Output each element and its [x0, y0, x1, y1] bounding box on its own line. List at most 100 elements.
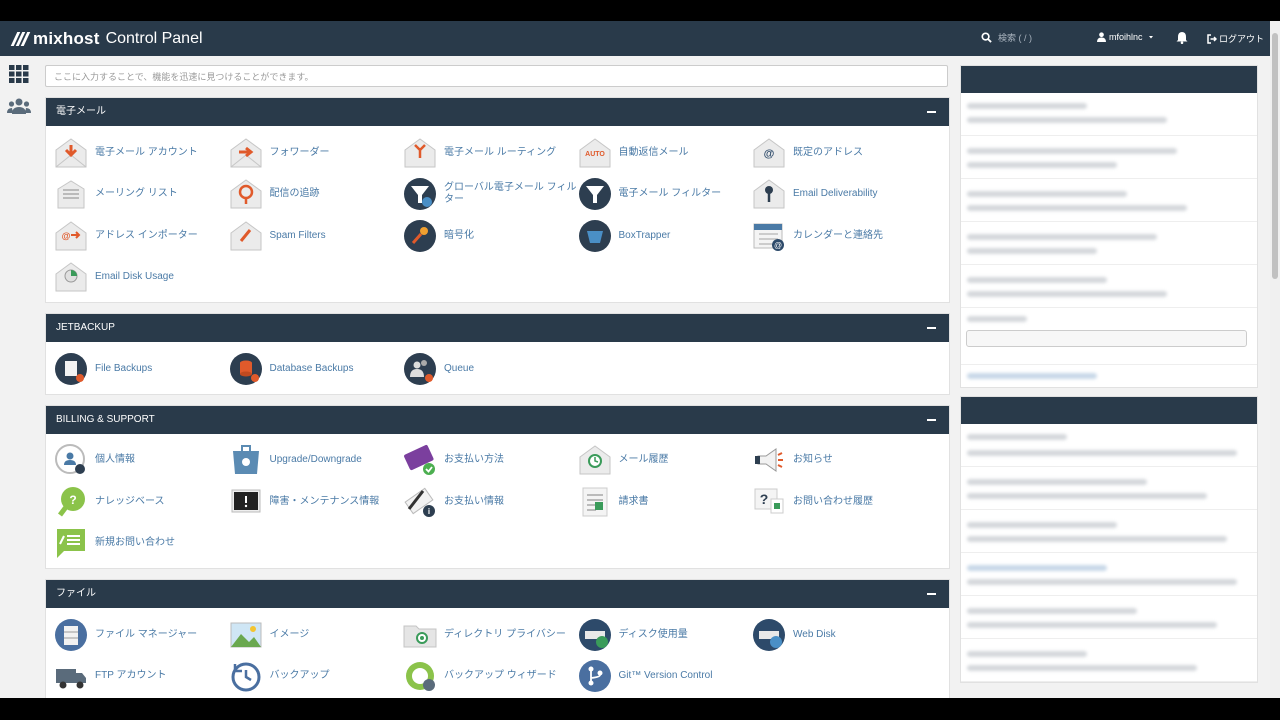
section-billing-support: BILLING & SUPPORT 個人情報 Upgrade/Downgrade…	[45, 404, 950, 569]
header-search[interactable]: 検索 ( / )	[981, 31, 1032, 44]
email-items: 電子メール アカウント フォワーダー 電子メール ルーティング AUTO 自動返信…	[46, 126, 949, 302]
section-header-files[interactable]: ファイル	[46, 580, 949, 608]
credit-card-check-icon	[403, 443, 437, 477]
forward-mail-icon	[229, 136, 263, 170]
calendar-icon: @	[752, 219, 786, 253]
boxtrapper-icon	[578, 219, 612, 253]
default-address-link[interactable]: @ 既定のアドレス	[752, 132, 927, 174]
collapse-icon[interactable]	[927, 111, 936, 113]
announcements-link[interactable]: お知らせ	[752, 440, 927, 482]
page-scrollbar[interactable]	[1270, 21, 1280, 698]
import-mail-icon: @	[54, 219, 88, 253]
svg-text:?: ?	[760, 491, 769, 507]
right-sidebar	[960, 65, 1258, 691]
funnel-icon	[578, 177, 612, 211]
email-accounts-link[interactable]: 電子メール アカウント	[54, 132, 229, 174]
file-backups-link[interactable]: File Backups	[54, 348, 229, 390]
autoresponders-link[interactable]: AUTO 自動返信メール	[578, 132, 753, 174]
backup-clock-icon	[229, 659, 263, 693]
inquiry-history-link[interactable]: ? お問い合わせ履歴	[752, 481, 927, 523]
panel-header	[961, 66, 1257, 93]
forwarders-link[interactable]: フォワーダー	[229, 132, 404, 174]
email-filters-link[interactable]: 電子メール フィルター	[578, 174, 753, 216]
track-delivery-icon	[229, 177, 263, 211]
queue-link[interactable]: Queue	[403, 348, 578, 390]
knowledge-base-link[interactable]: ? ナレッジベース	[54, 481, 229, 523]
ftp-accounts-link[interactable]: FTP アカウント	[54, 656, 229, 698]
email-routing-link[interactable]: 電子メール ルーティング	[403, 132, 578, 174]
file-manager-link[interactable]: ファイル マネージャー	[54, 614, 229, 656]
megaphone-icon	[752, 443, 786, 477]
user-menu[interactable]: mfoihlnc	[1097, 32, 1156, 42]
backup-link[interactable]: バックアップ	[229, 656, 404, 698]
mailing-lists-link[interactable]: メーリング リスト	[54, 174, 229, 216]
general-info-panel	[960, 65, 1258, 388]
quick-search-input[interactable]: ここに入力することで、機能を迅速に見つけることができます。	[45, 65, 948, 87]
global-email-filters-link[interactable]: グローバル電子メール フィルター	[403, 174, 578, 216]
profile-gear-icon	[54, 443, 88, 477]
notifications-button[interactable]	[1176, 31, 1188, 47]
apps-grid-icon[interactable]	[9, 65, 29, 86]
logout-link[interactable]: ログアウト	[1207, 32, 1264, 45]
new-inquiry-link[interactable]: 新規お問い合わせ	[54, 523, 229, 565]
upgrade-downgrade-link[interactable]: Upgrade/Downgrade	[229, 440, 404, 482]
section-header-jetbackup[interactable]: JETBACKUP	[46, 314, 949, 342]
jetbackup-items: File Backups Database Backups Queue	[46, 342, 949, 394]
info-row	[961, 308, 1257, 365]
funnel-globe-icon	[403, 177, 437, 211]
encryption-link[interactable]: 暗号化	[403, 215, 578, 257]
track-delivery-link[interactable]: 配信の追跡	[229, 174, 404, 216]
brand-logo[interactable]: mixhost Control Panel	[10, 29, 203, 49]
email-disk-usage-link[interactable]: Email Disk Usage	[54, 257, 229, 299]
collapse-icon[interactable]	[927, 593, 936, 595]
folder-eye-icon	[403, 618, 437, 652]
mixhost-logo-icon	[10, 32, 31, 46]
database-backups-link[interactable]: Database Backups	[229, 348, 404, 390]
disk-usage-link[interactable]: ディスク使用量	[578, 614, 753, 656]
main-content: ここに入力することで、機能を迅速に見つけることができます。 電子メール 電子メー…	[45, 65, 950, 698]
mail-history-link[interactable]: メール履歴	[578, 440, 753, 482]
stat-row	[961, 639, 1257, 682]
collapse-icon[interactable]	[927, 418, 936, 421]
bulb-chat-icon: ?	[54, 485, 88, 519]
encryption-key-icon	[403, 219, 437, 253]
logout-icon	[1207, 33, 1217, 44]
stat-row	[961, 510, 1257, 553]
info-row	[961, 222, 1257, 265]
directory-privacy-link[interactable]: ディレクトリ プライバシー	[403, 614, 578, 656]
boxtrapper-link[interactable]: BoxTrapper	[578, 215, 753, 257]
payment-methods-link[interactable]: お支払い方法	[403, 440, 578, 482]
truck-icon	[54, 659, 88, 693]
payment-info-link[interactable]: i お支払い情報	[403, 481, 578, 523]
at-sign-icon: @	[752, 136, 786, 170]
section-files: ファイル ファイル マネージャー イメージ ディレクトリ プライバシー ディスク…	[45, 579, 950, 698]
file-backup-icon	[54, 352, 88, 386]
section-title: ファイル	[56, 588, 96, 599]
section-jetbackup: JETBACKUP File Backups Database Backups …	[45, 313, 950, 395]
images-link[interactable]: イメージ	[229, 614, 404, 656]
scrollbar-thumb[interactable]	[1272, 33, 1278, 279]
web-disk-link[interactable]: Web Disk	[752, 614, 927, 656]
stat-row	[961, 467, 1257, 510]
git-branch-icon	[578, 659, 612, 693]
section-header-billing[interactable]: BILLING & SUPPORT	[46, 405, 949, 434]
users-icon[interactable]	[7, 98, 31, 117]
address-importer-link[interactable]: @ アドレス インポーター	[54, 215, 229, 257]
section-header-email[interactable]: 電子メール	[46, 98, 949, 126]
maintenance-info-link[interactable]: 障害・メンテナンス情報	[229, 481, 404, 523]
cpanel-screen: mixhost Control Panel 検索 ( / ) mfoihlnc …	[0, 21, 1280, 698]
auto-reply-icon: AUTO	[578, 136, 612, 170]
email-deliverability-link[interactable]: Email Deliverability	[752, 174, 927, 216]
search-icon	[981, 32, 992, 43]
image-icon	[229, 618, 263, 652]
collapse-icon[interactable]	[927, 327, 936, 329]
brand-subtitle: Control Panel	[105, 30, 203, 47]
caret-down-icon	[1148, 36, 1153, 39]
invoices-link[interactable]: 請求書	[578, 481, 753, 523]
personal-info-link[interactable]: 個人情報	[54, 440, 229, 482]
spam-filters-link[interactable]: Spam Filters	[229, 215, 404, 257]
section-title: JETBACKUP	[56, 322, 115, 333]
calendars-contacts-link[interactable]: @ カレンダーと連絡先	[752, 215, 927, 257]
backup-wizard-link[interactable]: バックアップ ウィザード	[403, 656, 578, 698]
git-version-control-link[interactable]: Git™ Version Control	[578, 656, 753, 698]
